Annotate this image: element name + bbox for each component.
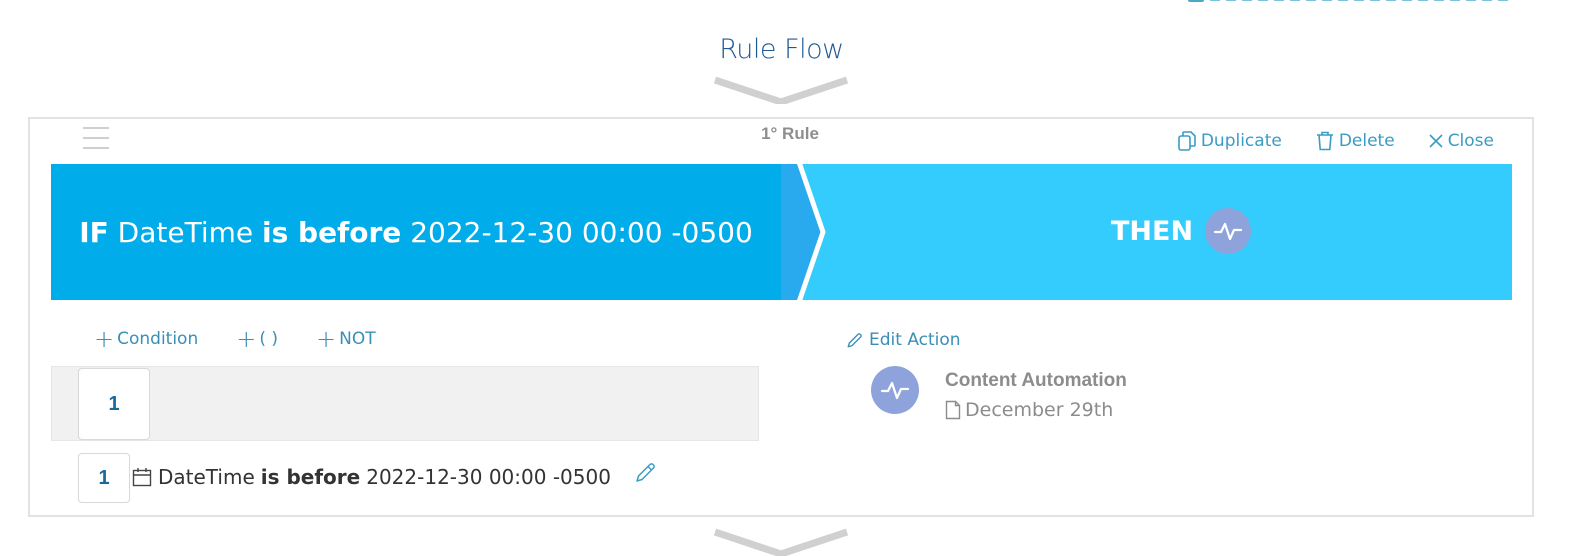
plus-icon: + [236, 325, 257, 353]
edit-action-button[interactable]: Edit Action [846, 330, 961, 350]
edit-condition-pencil-icon[interactable] [634, 460, 658, 484]
add-not-label: NOT [339, 329, 376, 349]
if-section[interactable]: IF DateTime is before 2022-12-30 00:00 -… [51, 164, 781, 300]
then-section[interactable]: THEN [781, 164, 1512, 300]
add-group-label: ( ) [259, 329, 279, 349]
duplicate-label: Duplicate [1200, 131, 1282, 151]
condition-group: 1 [51, 366, 759, 441]
page-title: Rule Flow [719, 34, 844, 65]
action-subtitle: December 29th [965, 399, 1114, 421]
calendar-icon [132, 468, 152, 487]
condition-value: 2022-12-30 00:00 -0500 [366, 465, 611, 489]
delete-button[interactable]: Delete [1316, 131, 1395, 151]
if-operator: is before [262, 215, 402, 249]
add-condition-button[interactable]: + Condition [94, 325, 199, 353]
condition-operator: is before [260, 465, 361, 489]
trash-icon [1316, 131, 1333, 151]
if-value: 2022-12-30 00:00 -0500 [410, 215, 753, 249]
add-group-button[interactable]: +( ) [236, 325, 279, 353]
duplicate-icon [1178, 131, 1196, 151]
then-keyword: THEN [1111, 215, 1194, 247]
if-keyword: IF [79, 215, 109, 249]
rule-card: 1° Rule Duplicate Delete Close IF DateTi… [28, 117, 1534, 517]
pencil-icon [847, 333, 862, 348]
if-then-arrow-separator [781, 164, 826, 300]
condition-toolbar: + Condition +( ) + NOT [94, 325, 376, 353]
clipped-link-icon [1188, 0, 1204, 2]
edit-action-label: Edit Action [869, 330, 961, 350]
add-condition-label: Condition [117, 329, 199, 349]
if-field: DateTime [117, 215, 254, 249]
activity-pulse-icon [1205, 208, 1252, 254]
close-button[interactable]: Close [1429, 131, 1494, 151]
clipped-link-text [1210, 0, 1510, 1]
chevron-down-connector-icon [713, 76, 849, 104]
clipped-top-link[interactable] [1188, 0, 1518, 4]
condition-field: DateTime [158, 465, 255, 489]
activity-pulse-icon [871, 366, 919, 414]
condition-number[interactable]: 1 [78, 453, 130, 503]
close-icon [1429, 134, 1443, 148]
duplicate-button[interactable]: Duplicate [1178, 131, 1282, 151]
plus-icon: + [316, 325, 337, 353]
delete-label: Delete [1338, 131, 1395, 151]
close-label: Close [1447, 131, 1494, 151]
group-number[interactable]: 1 [78, 368, 150, 440]
plus-icon: + [94, 325, 115, 353]
rule-banner: IF DateTime is before 2022-12-30 00:00 -… [51, 164, 1512, 300]
rule-actions: Duplicate Delete Close [1178, 131, 1494, 151]
chevron-down-connector-icon [713, 528, 849, 556]
document-icon [945, 400, 961, 420]
add-not-button[interactable]: + NOT [316, 325, 376, 353]
action-title: Content Automation [945, 370, 1127, 391]
condition-row: 1 DateTime is before 2022-12-30 00:00 -0… [78, 450, 678, 503]
